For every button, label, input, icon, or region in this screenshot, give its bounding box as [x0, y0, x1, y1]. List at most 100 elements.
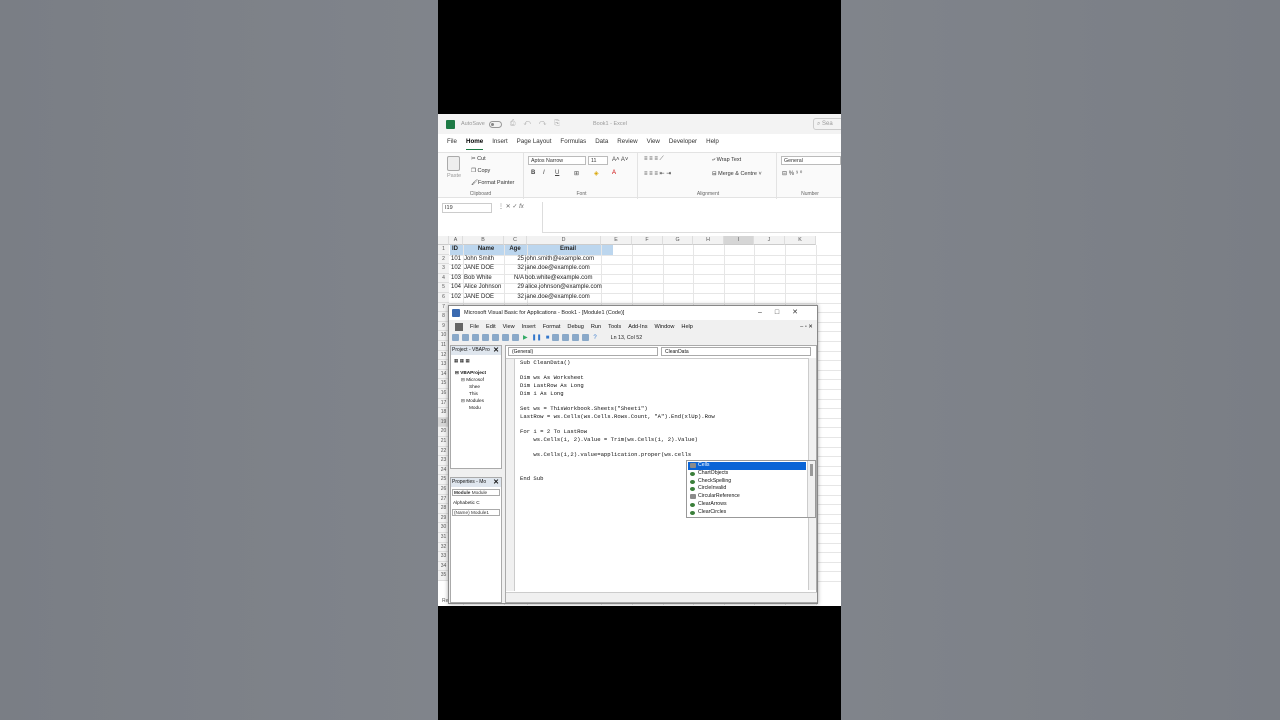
copy-icon[interactable]: [492, 334, 499, 341]
help-icon[interactable]: ?: [593, 335, 596, 341]
cell[interactable]: alice.johnson@example.com: [525, 283, 645, 293]
italic-button[interactable]: I: [543, 170, 545, 176]
design-icon[interactable]: [552, 334, 560, 341]
format-painter-button[interactable]: 🖌Format Painter: [471, 180, 514, 186]
font-grow-icon[interactable]: A˄ A˅: [612, 157, 628, 163]
font-size-select[interactable]: 11: [588, 156, 608, 165]
copy-button[interactable]: ❐ Copy: [471, 168, 490, 174]
tab-data[interactable]: Data: [595, 138, 608, 150]
column-header[interactable]: F: [632, 236, 663, 245]
autocomplete-item[interactable]: CircleInvalid: [688, 485, 806, 493]
object-browser-icon[interactable]: [582, 334, 590, 341]
paste-button[interactable]: Paste: [447, 173, 461, 179]
font-color-icon[interactable]: A: [612, 170, 616, 176]
window-controls[interactable]: –□✕: [758, 308, 811, 316]
column-header[interactable]: H: [693, 236, 724, 245]
autocomplete-scrollbar[interactable]: [807, 461, 815, 517]
close-properties-icon[interactable]: ✕: [493, 478, 499, 486]
menu-debug[interactable]: Debug: [567, 324, 583, 330]
quick-access-icons[interactable]: ⎙ ↶ ↷ ⎘: [510, 120, 563, 128]
tool-icon[interactable]: [462, 334, 469, 341]
maximize-icon[interactable]: □: [775, 309, 792, 316]
close-project-icon[interactable]: ✕: [493, 346, 499, 354]
alphabetic-tab[interactable]: Alphabetic C: [453, 500, 480, 505]
row-header[interactable]: 5: [438, 283, 449, 293]
wrap-text-button[interactable]: ⤶ Wrap Text: [712, 157, 741, 164]
number-format-select[interactable]: General: [781, 156, 841, 165]
cut-icon[interactable]: [482, 334, 489, 341]
reset-icon[interactable]: ■: [546, 335, 550, 341]
tab-developer[interactable]: Developer: [669, 138, 697, 150]
undo-icon[interactable]: [512, 334, 519, 341]
cell[interactable]: jane.doe@example.com: [525, 293, 645, 303]
tab-page-layout[interactable]: Page Layout: [517, 138, 552, 150]
select-all-corner[interactable]: [438, 236, 449, 245]
menu-addins[interactable]: Add-Ins: [628, 324, 647, 330]
paste-icon[interactable]: [447, 156, 460, 171]
break-icon[interactable]: ❚❚: [532, 334, 542, 341]
underline-button[interactable]: U: [555, 170, 559, 176]
procedure-combo[interactable]: CleanData: [661, 347, 811, 356]
name-property[interactable]: (Name) Module1: [452, 509, 500, 516]
column-header[interactable]: D: [527, 236, 601, 245]
cell[interactable]: john.smith@example.com: [525, 255, 645, 265]
tab-insert[interactable]: Insert: [492, 138, 507, 150]
menu-insert[interactable]: Insert: [522, 324, 536, 330]
tab-review[interactable]: Review: [617, 138, 637, 150]
properties-icon[interactable]: [572, 334, 580, 341]
menu-run[interactable]: Run: [591, 324, 601, 330]
tab-formulas[interactable]: Formulas: [560, 138, 586, 150]
mdi-window-controls[interactable]: – ▫ ✕: [800, 324, 813, 330]
font-name-select[interactable]: Aptos Narrow: [528, 156, 586, 165]
cell[interactable]: Age: [504, 245, 526, 255]
tab-help[interactable]: Help: [706, 138, 719, 150]
cell[interactable]: 29: [504, 283, 524, 293]
autocomplete-item[interactable]: ClearArrows: [688, 501, 806, 509]
align-top-icons[interactable]: ≡ ≡ ≡ ⟋: [644, 156, 664, 163]
autocomplete-item[interactable]: ClearCircles: [688, 509, 806, 517]
tab-home[interactable]: Home: [465, 138, 484, 150]
autocomplete-item[interactable]: CheckSpelling: [688, 478, 806, 486]
cell[interactable]: Name: [463, 245, 509, 255]
object-select[interactable]: Module Module: [452, 489, 500, 496]
cell[interactable]: 104: [451, 283, 465, 293]
cell[interactable]: 102: [451, 293, 465, 303]
tab-view[interactable]: View: [647, 138, 660, 150]
cell[interactable]: 32: [504, 293, 524, 303]
fill-color-icon[interactable]: ◈: [594, 170, 599, 177]
align-left-icons[interactable]: ≡ ≡ ≡ ⇤ ⇥: [644, 170, 671, 177]
column-header[interactable]: C: [504, 236, 527, 245]
column-header[interactable]: A: [449, 236, 463, 245]
number-format-icons[interactable]: ⊟ % ⁹ ⁰: [782, 170, 802, 177]
cell[interactable]: N/A: [504, 274, 524, 284]
cell[interactable]: 102: [451, 264, 465, 274]
menu-help[interactable]: Help: [681, 324, 693, 330]
borders-icon[interactable]: ⊞: [574, 170, 579, 177]
excel-view-icon[interactable]: [455, 322, 463, 331]
column-header[interactable]: G: [663, 236, 693, 245]
column-header[interactable]: K: [785, 236, 816, 245]
row-header[interactable]: 2: [438, 254, 449, 265]
cell[interactable]: 25: [504, 255, 524, 265]
cell[interactable]: 101: [451, 255, 465, 265]
column-header[interactable]: I: [724, 236, 754, 245]
project-tree-toolbar[interactable]: ▦ ▦ ▦: [454, 358, 470, 364]
tree-node-project[interactable]: ⊟ VBAProject: [455, 370, 486, 376]
autocomplete-item[interactable]: Cells: [688, 462, 806, 470]
close-icon[interactable]: ✕: [792, 309, 811, 316]
tree-node-thisworkbook[interactable]: This: [469, 391, 478, 396]
autosave-toggle[interactable]: [488, 120, 502, 128]
name-box[interactable]: I19: [442, 203, 492, 213]
cell[interactable]: bob.white@example.com: [525, 274, 645, 284]
autocomplete-item[interactable]: CircularReference: [688, 493, 806, 501]
row-header[interactable]: 1: [438, 245, 449, 255]
tree-node-objects[interactable]: ⊟ Microsof: [461, 377, 484, 383]
autocomplete-scroll-thumb[interactable]: [810, 464, 813, 476]
column-header[interactable]: B: [463, 236, 504, 245]
row-header[interactable]: 4: [438, 273, 449, 284]
project-explorer-icon[interactable]: [562, 334, 570, 341]
minimize-icon[interactable]: –: [758, 309, 775, 316]
menu-format[interactable]: Format: [543, 324, 561, 330]
search-box[interactable]: ⌕ Sea: [813, 118, 841, 130]
menu-tools[interactable]: Tools: [608, 324, 621, 330]
